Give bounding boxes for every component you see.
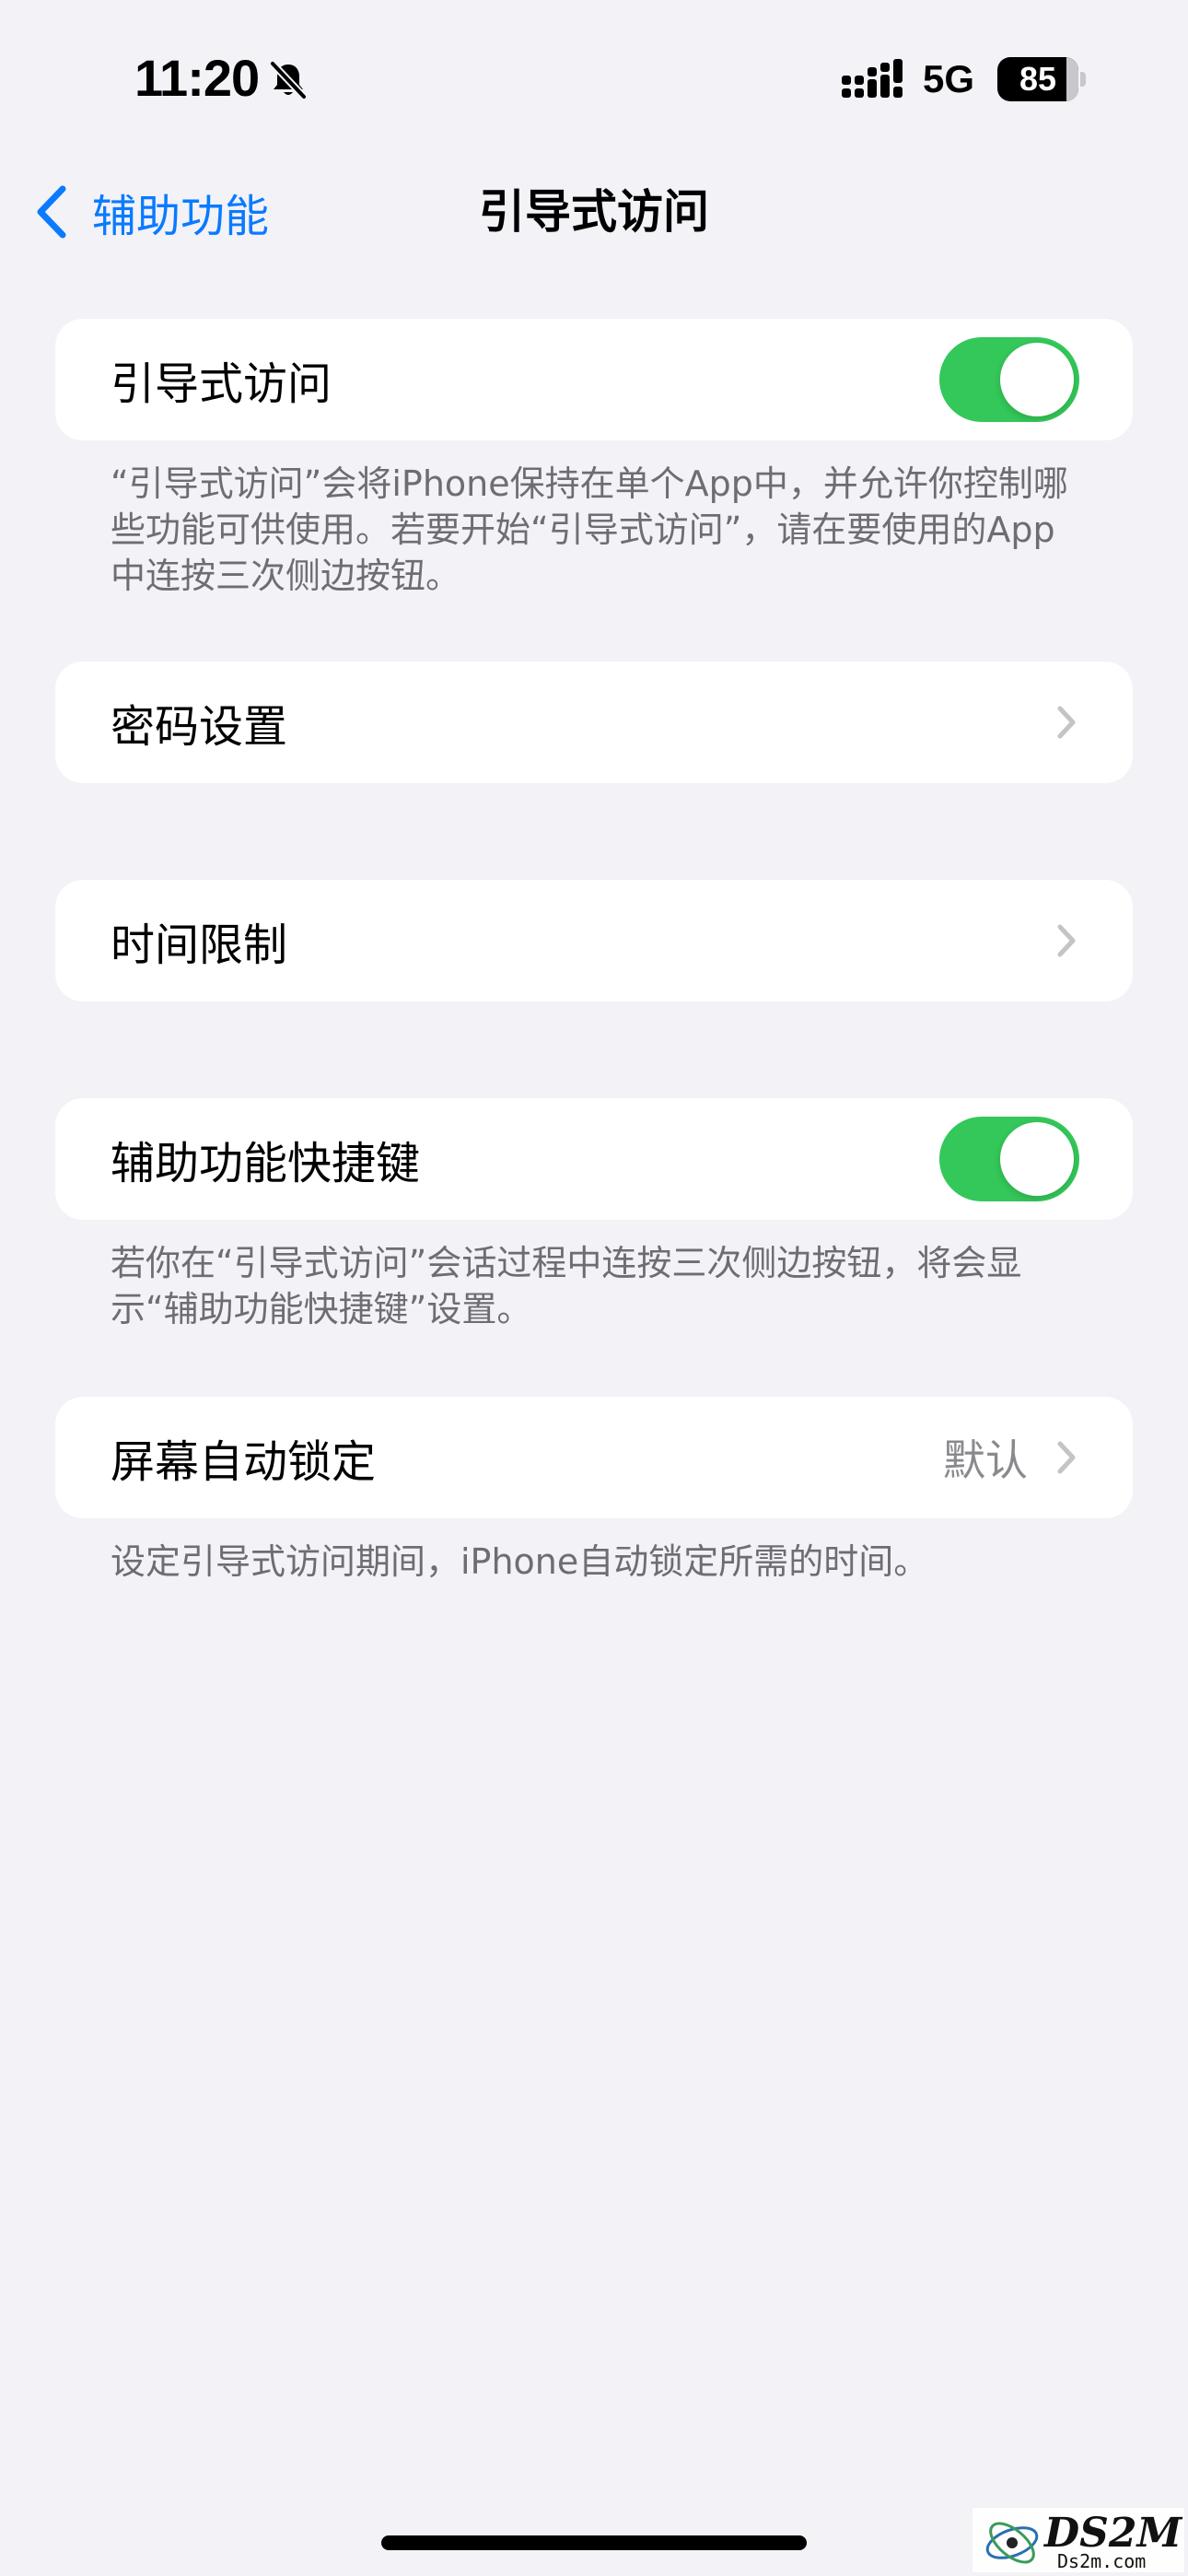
status-bar: 11:20 5G 85 (0, 0, 1188, 138)
passcode-group: 密码设置 (55, 662, 1133, 783)
chevron-right-icon (1057, 1441, 1076, 1474)
guided-access-footer: “引导式访问”会将iPhone保持在单个App中，并允许你控制哪些功能可供使用。… (111, 463, 1068, 596)
chevron-right-icon (1057, 706, 1076, 739)
time-limits-group: 时间限制 (55, 880, 1133, 1001)
passcode-settings-label: 密码设置 (111, 701, 288, 753)
guided-access-toggle[interactable] (939, 337, 1079, 422)
auto-lock-value: 默认 (943, 1435, 1028, 1485)
watermark-url: Ds2m.com (1057, 2550, 1147, 2572)
auto-lock-label: 屏幕自动锁定 (111, 1436, 377, 1488)
toggle-knob (1000, 343, 1074, 416)
toggle-knob (1000, 1122, 1074, 1196)
auto-lock-row[interactable]: 屏幕自动锁定 默认 (55, 1397, 1133, 1518)
watermark: DS2M Ds2m.com (973, 2508, 1184, 2572)
guided-access-group: 引导式访问 (55, 319, 1133, 440)
passcode-settings-row[interactable]: 密码设置 (55, 662, 1133, 783)
navigation-bar: 辅助功能 引导式访问 (0, 161, 1188, 263)
battery-level: 85 (1019, 60, 1057, 98)
time-limits-row[interactable]: 时间限制 (55, 880, 1133, 1001)
guided-access-row: 引导式访问 (55, 319, 1133, 440)
battery-icon: 85 (997, 57, 1086, 101)
auto-lock-footer: 设定引导式访问期间，iPhone自动锁定所需的时间。 (111, 1541, 929, 1582)
accessibility-shortcut-group: 辅助功能快捷键 (55, 1098, 1133, 1220)
guided-access-label: 引导式访问 (111, 358, 332, 410)
time-limits-label: 时间限制 (111, 919, 288, 971)
page-title: 引导式访问 (479, 185, 709, 239)
accessibility-shortcut-label: 辅助功能快捷键 (111, 1138, 421, 1189)
accessibility-shortcut-row: 辅助功能快捷键 (55, 1098, 1133, 1220)
status-time: 11:20 (134, 49, 260, 107)
accessibility-shortcut-footer: 若你在“引导式访问”会话过程中连按三次侧边按钮，将会显示“辅助功能快捷键”设置。 (111, 1243, 1022, 1329)
bell-slash-icon (270, 61, 307, 100)
network-type: 5G (923, 57, 975, 100)
chevron-right-icon (1057, 924, 1076, 957)
accessibility-shortcut-toggle[interactable] (939, 1117, 1079, 1201)
watermark-logo-icon (985, 2522, 1039, 2564)
signal-icon (842, 59, 903, 98)
auto-lock-group: 屏幕自动锁定 默认 (55, 1397, 1133, 1518)
home-indicator[interactable] (381, 2535, 807, 2550)
